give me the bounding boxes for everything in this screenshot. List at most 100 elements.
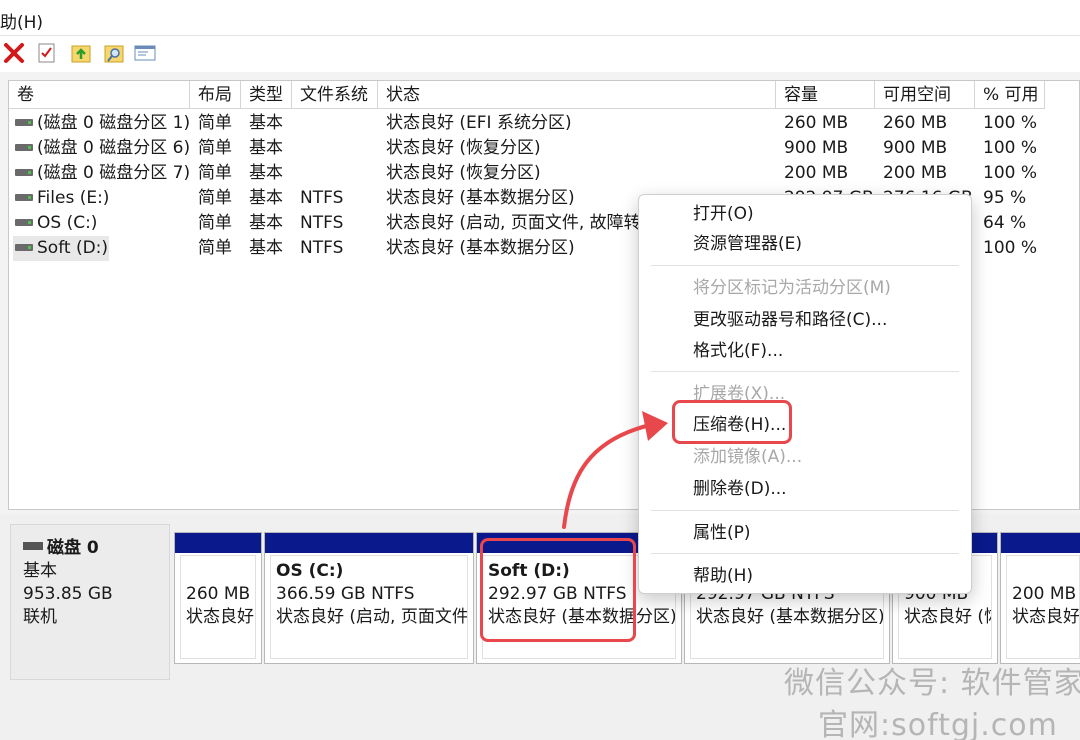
checklist-icon[interactable] xyxy=(36,42,58,64)
partition-bar xyxy=(265,533,473,553)
watermark-site: 官网:softgj.com xyxy=(818,708,1058,740)
capacity-cell: 900 MB xyxy=(784,138,849,158)
menu-delete-volume[interactable]: 删除卷(D)... xyxy=(693,476,787,502)
volume-name: Files (E:) xyxy=(37,188,110,208)
menu-format[interactable]: 格式化(F)... xyxy=(693,338,783,364)
status-cell: 状态良好 (EFI 系统分区) xyxy=(386,113,572,133)
col-filesystem[interactable]: 文件系统 xyxy=(292,81,378,109)
layout-cell: 简单 xyxy=(198,188,232,208)
type-cell: 基本 xyxy=(249,113,283,133)
status-cell: 状态良好 (基本数据分区) xyxy=(386,238,575,258)
menu-separator xyxy=(651,553,959,554)
disk-state: 联机 xyxy=(23,607,57,627)
type-cell: 基本 xyxy=(249,213,283,233)
capacity-cell: 260 MB xyxy=(784,113,849,133)
col-type[interactable]: 类型 xyxy=(241,81,292,109)
watermark-wechat: 微信公众号: 软件管家 xyxy=(784,666,1080,701)
percent-cell: 100 % xyxy=(983,138,1038,158)
partition-status: 状态良好 (恢 xyxy=(904,607,992,627)
toolbar xyxy=(0,36,1080,70)
menu-separator xyxy=(651,510,959,511)
volume-name: (磁盘 0 磁盘分区 7) xyxy=(37,163,191,183)
partition-status: 状态良好 (基本数据分区) xyxy=(696,607,884,627)
col-layout[interactable]: 布局 xyxy=(190,81,241,109)
partition-bar xyxy=(1001,533,1080,553)
col-percent-free[interactable]: % 可用 xyxy=(975,81,1045,109)
type-cell: 基本 xyxy=(249,138,283,158)
layout-cell: 简单 xyxy=(198,238,232,258)
partition-size: 200 MB xyxy=(1012,584,1077,604)
folder-up-icon[interactable] xyxy=(70,42,92,64)
menu-change-drive-letter[interactable]: 更改驱动器号和路径(C)... xyxy=(693,307,887,333)
type-cell: 基本 xyxy=(249,238,283,258)
volume-icon xyxy=(15,218,33,226)
delete-x-icon[interactable] xyxy=(3,42,25,64)
folder-search-icon[interactable] xyxy=(103,42,125,64)
volume-icon xyxy=(15,168,33,176)
menu-bar: 助(H) xyxy=(0,0,1080,36)
partition-title: OS (C:) xyxy=(276,561,344,581)
table-row[interactable]: (磁盘 0 磁盘分区 6) 简单 基本 状态良好 (恢复分区) 900 MB 9… xyxy=(9,136,1079,161)
col-status[interactable]: 状态 xyxy=(378,81,776,109)
disk-size: 953.85 GB xyxy=(23,584,113,604)
menu-help[interactable]: 助(H) xyxy=(0,8,43,33)
fs-cell xyxy=(300,161,380,186)
menu-explorer[interactable]: 资源管理器(E) xyxy=(693,231,802,257)
col-capacity[interactable]: 容量 xyxy=(776,81,875,109)
context-menu: 打开(O) 资源管理器(E) 将分区标记为活动分区(M) 更改驱动器号和路径(C… xyxy=(638,194,972,594)
table-row[interactable]: (磁盘 0 磁盘分区 7) 简单 基本 状态良好 (恢复分区) 200 MB 2… xyxy=(9,161,1079,186)
status-cell: 状态良好 (恢复分区) xyxy=(386,138,541,158)
menu-add-mirror: 添加镜像(A)... xyxy=(693,447,803,467)
properties-icon[interactable] xyxy=(134,42,156,64)
partition-recovery-7[interactable]: 200 MB 状态良好 xyxy=(1000,532,1080,664)
status-cell: 状态良好 (启动, 页面文件, 故障转储 xyxy=(386,213,640,233)
percent-cell: 100 % xyxy=(983,113,1038,133)
disk-icon xyxy=(23,542,43,550)
menu-shrink-volume[interactable]: 压缩卷(H)... xyxy=(693,412,786,438)
fs-cell: NTFS xyxy=(300,238,344,258)
fs-cell: NTFS xyxy=(300,213,344,233)
menu-extend-volume: 扩展卷(X)... xyxy=(693,384,786,404)
percent-cell: 100 % xyxy=(983,238,1038,258)
disk-type: 基本 xyxy=(23,561,57,581)
status-cell: 状态良好 (基本数据分区) xyxy=(386,188,575,208)
menu-properties[interactable]: 属性(P) xyxy=(693,520,751,546)
partition-os-c[interactable]: OS (C:) 366.59 GB NTFS 状态良好 (启动, 页面文件 xyxy=(264,532,474,664)
table-row[interactable]: (磁盘 0 磁盘分区 1) 简单 基本 状态良好 (EFI 系统分区) 260 … xyxy=(9,111,1079,136)
partition-status: 状态良好 xyxy=(186,607,254,627)
menu-help-item[interactable]: 帮助(H) xyxy=(693,563,753,589)
volume-icon xyxy=(15,193,33,201)
percent-cell: 95 % xyxy=(983,188,1027,208)
partition-status: 状态良好 (启动, 页面文件 xyxy=(276,607,468,627)
volume-icon xyxy=(15,143,33,151)
capacity-cell: 200 MB xyxy=(784,163,849,183)
status-cell: 状态良好 (恢复分区) xyxy=(386,163,541,183)
disk-0-label[interactable]: 磁盘 0 基本 953.85 GB 联机 xyxy=(10,524,170,680)
fs-cell xyxy=(300,111,380,136)
partition-status: 状态良好 (基本数据分区) xyxy=(488,607,676,627)
partition-status: 状态良好 xyxy=(1012,607,1080,627)
volume-name: (磁盘 0 磁盘分区 1) xyxy=(37,113,191,133)
partition-size: 260 MB xyxy=(186,584,251,604)
volume-name: OS (C:) xyxy=(37,213,98,233)
volume-name: Soft (D:) xyxy=(37,238,109,258)
table-header: 卷 布局 类型 文件系统 状态 容量 可用空间 % 可用 xyxy=(9,81,1079,109)
partition-bar xyxy=(175,533,261,553)
fs-cell xyxy=(300,136,380,161)
col-free-space[interactable]: 可用空间 xyxy=(875,81,975,109)
fs-cell: NTFS xyxy=(300,188,344,208)
layout-cell: 简单 xyxy=(198,113,232,133)
menu-open[interactable]: 打开(O) xyxy=(693,201,754,227)
partition-efi[interactable]: 260 MB 状态良好 xyxy=(174,532,262,664)
volume-name: (磁盘 0 磁盘分区 6) xyxy=(37,138,191,158)
type-cell: 基本 xyxy=(249,188,283,208)
menu-separator xyxy=(651,265,959,266)
layout-cell: 简单 xyxy=(198,138,232,158)
disk-name: 磁盘 0 xyxy=(47,538,99,558)
col-volume[interactable]: 卷 xyxy=(9,81,190,109)
volume-icon xyxy=(15,118,33,126)
type-cell: 基本 xyxy=(249,163,283,183)
layout-cell: 简单 xyxy=(198,163,232,183)
menu-separator xyxy=(651,371,959,372)
free-cell: 260 MB xyxy=(883,113,948,133)
